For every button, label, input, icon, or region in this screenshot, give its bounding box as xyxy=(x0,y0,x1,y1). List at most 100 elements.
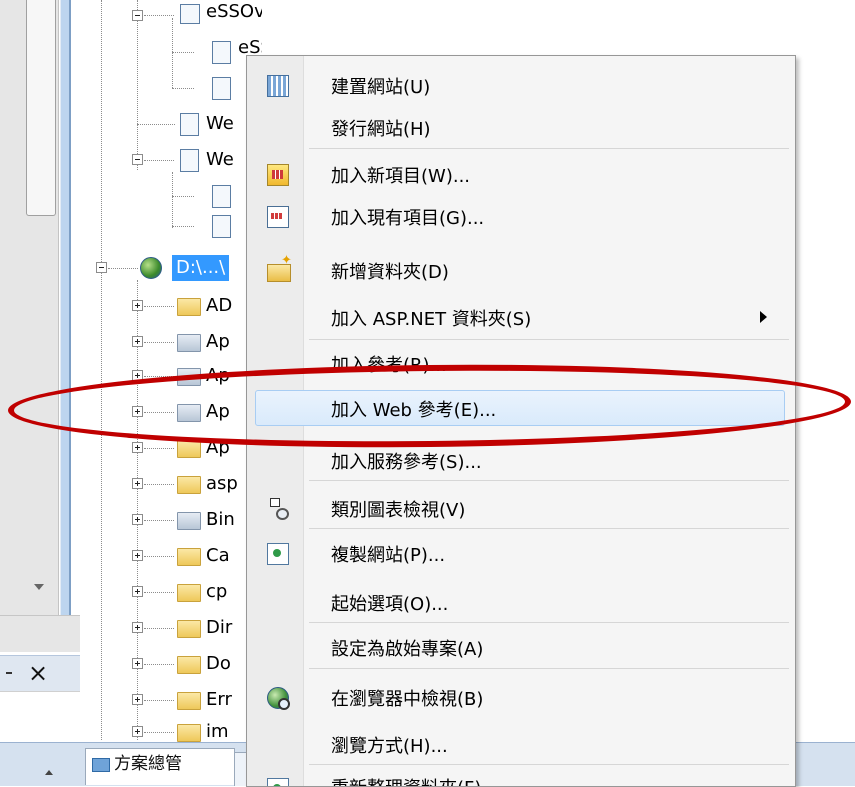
expand-toggle-icon[interactable] xyxy=(132,726,143,737)
tree-node[interactable] xyxy=(82,182,262,210)
app-folder-icon xyxy=(177,368,201,386)
expand-toggle-icon[interactable] xyxy=(132,586,143,597)
menu-item-new-folder[interactable]: 新增資料夾(D) xyxy=(247,252,793,288)
tree-connector xyxy=(144,700,174,701)
menu-separator xyxy=(309,148,789,149)
tree-node[interactable]: eSSOv4.aspx xyxy=(82,1,262,30)
context-menu: 建置網站(U) 發行網站(H) 加入新項目(W)... 加入現有項目(G)...… xyxy=(246,55,796,787)
expand-toggle-icon[interactable] xyxy=(132,370,143,381)
expand-toggle-icon[interactable] xyxy=(132,478,143,489)
view-in-browser-icon xyxy=(267,687,290,710)
tree-connector xyxy=(144,448,174,449)
aspx-file-icon xyxy=(180,4,200,24)
folder-icon xyxy=(177,584,201,602)
menu-item-build-website[interactable]: 建置網站(U) xyxy=(247,67,793,103)
scroll-up-arrow-icon[interactable] xyxy=(45,770,53,775)
tree-node[interactable]: We xyxy=(82,146,262,174)
tab-solution-explorer[interactable]: 方案總管 xyxy=(85,748,235,785)
tree-connector xyxy=(172,196,194,197)
tree-node-website-root[interactable]: D:\...\ xyxy=(82,254,262,282)
menu-item-label: 加入 Web 參考(E)... xyxy=(331,400,497,421)
tree-node-label: im xyxy=(206,721,229,742)
tree-connector xyxy=(137,124,175,125)
tree-node[interactable]: We xyxy=(82,110,262,138)
menu-item-label: 起始選項(O)... xyxy=(331,594,449,615)
menu-item-add-web-reference[interactable]: 加入 Web 參考(E)... xyxy=(255,390,785,426)
solution-explorer-icon xyxy=(92,758,110,772)
scroll-down-arrow-icon[interactable] xyxy=(34,584,44,590)
scrollbar-thumb[interactable] xyxy=(26,0,56,216)
tree-connector xyxy=(144,664,174,665)
menu-item-start-options[interactable]: 起始選項(O)... xyxy=(247,584,793,620)
tree-node[interactable]: Ap xyxy=(82,362,262,390)
collapse-toggle-icon[interactable] xyxy=(132,10,143,21)
expand-toggle-icon[interactable] xyxy=(132,336,143,347)
tree-node[interactable]: Dir xyxy=(82,614,262,642)
new-folder-icon xyxy=(267,253,292,282)
expand-toggle-icon[interactable] xyxy=(132,550,143,561)
tree-node[interactable] xyxy=(82,74,262,102)
panel-splitter[interactable] xyxy=(60,0,71,625)
collapse-toggle-icon[interactable] xyxy=(96,262,107,273)
tree-node[interactable]: AD xyxy=(82,292,262,320)
tree-node[interactable]: Ap xyxy=(82,328,262,356)
tree-node[interactable]: Bin xyxy=(82,506,262,534)
menu-item-view-in-browser[interactable]: 在瀏覽器中檢視(B) xyxy=(247,679,793,715)
collapse-toggle-icon[interactable] xyxy=(132,154,143,165)
tree-node[interactable]: cp xyxy=(82,578,262,606)
tree-connector xyxy=(144,306,174,307)
menu-item-add-new-item[interactable]: 加入新項目(W)... xyxy=(247,156,793,192)
menu-item-add-reference[interactable]: 加入參考(R)... xyxy=(247,345,793,381)
menu-item-add-existing-item[interactable]: 加入現有項目(G)... xyxy=(247,198,793,234)
menu-item-label: 類別圖表檢視(V) xyxy=(331,500,466,521)
tree-connector xyxy=(172,88,194,89)
cs-file-icon xyxy=(212,77,231,100)
expand-toggle-icon[interactable] xyxy=(132,514,143,525)
tree-node[interactable]: Ca xyxy=(82,542,262,570)
menu-item-browse-with[interactable]: 瀏覽方式(H)... xyxy=(247,726,793,762)
menu-separator xyxy=(309,480,789,481)
tree-connector xyxy=(144,342,174,343)
menu-item-set-startup-project[interactable]: 設定為啟始專案(A) xyxy=(247,629,793,665)
folder-icon xyxy=(177,656,201,674)
expand-toggle-icon[interactable] xyxy=(132,658,143,669)
menu-item-add-aspnet-folder[interactable]: 加入 ASP.NET 資料夾(S) xyxy=(247,299,793,335)
menu-item-publish-website[interactable]: 發行網站(H) xyxy=(247,109,793,145)
tree-node-label: Ap xyxy=(206,401,230,422)
tree-connector xyxy=(144,412,174,413)
menu-item-copy-website[interactable]: 複製網站(P)... xyxy=(247,535,793,571)
menu-item-view-class-diagram[interactable]: 類別圖表檢視(V) xyxy=(247,490,793,526)
tree-connector xyxy=(144,732,174,733)
tree-node[interactable]: Ap xyxy=(82,434,262,462)
copy-website-icon xyxy=(267,543,289,565)
tree-connector xyxy=(144,556,174,557)
tree-node-label: We xyxy=(206,149,234,170)
menu-separator xyxy=(309,339,789,340)
menu-separator xyxy=(309,764,789,765)
tree-node[interactable]: im xyxy=(82,718,262,742)
tab-label: 方案總管 xyxy=(114,754,182,774)
expand-toggle-icon[interactable] xyxy=(132,300,143,311)
tree-node[interactable]: eSSOv4.aspx.cs xyxy=(82,37,262,66)
menu-item-label: 加入現有項目(G)... xyxy=(331,208,485,229)
vertical-scrollbar[interactable] xyxy=(0,0,59,615)
tree-node[interactable]: asp xyxy=(82,470,262,498)
solution-explorer-tree: eSSOv4.aspx eSSOv4.aspx.cs We We D:\...\ xyxy=(82,0,262,742)
menu-item-label: 在瀏覽器中檢視(B) xyxy=(331,689,484,710)
cs-file-icon xyxy=(212,41,231,64)
menu-separator xyxy=(309,668,789,669)
expand-toggle-icon[interactable] xyxy=(132,442,143,453)
tree-node[interactable]: Err xyxy=(82,686,262,714)
close-panel-icon[interactable]: × xyxy=(28,660,58,686)
expand-toggle-icon[interactable] xyxy=(132,406,143,417)
menu-item-add-service-reference[interactable]: 加入服務參考(S)... xyxy=(247,442,793,478)
menu-item-refresh-folder[interactable]: 重新整理資料夾(F) xyxy=(247,768,793,786)
expand-toggle-icon[interactable] xyxy=(132,622,143,633)
tree-node-label: eSSOv4.aspx xyxy=(206,1,262,22)
tree-node[interactable] xyxy=(82,212,262,240)
tree-node[interactable]: Ap xyxy=(82,398,262,426)
menu-separator xyxy=(309,528,789,529)
expand-toggle-icon[interactable] xyxy=(132,694,143,705)
tree-node[interactable]: Do xyxy=(82,650,262,678)
folder-icon xyxy=(177,620,201,638)
